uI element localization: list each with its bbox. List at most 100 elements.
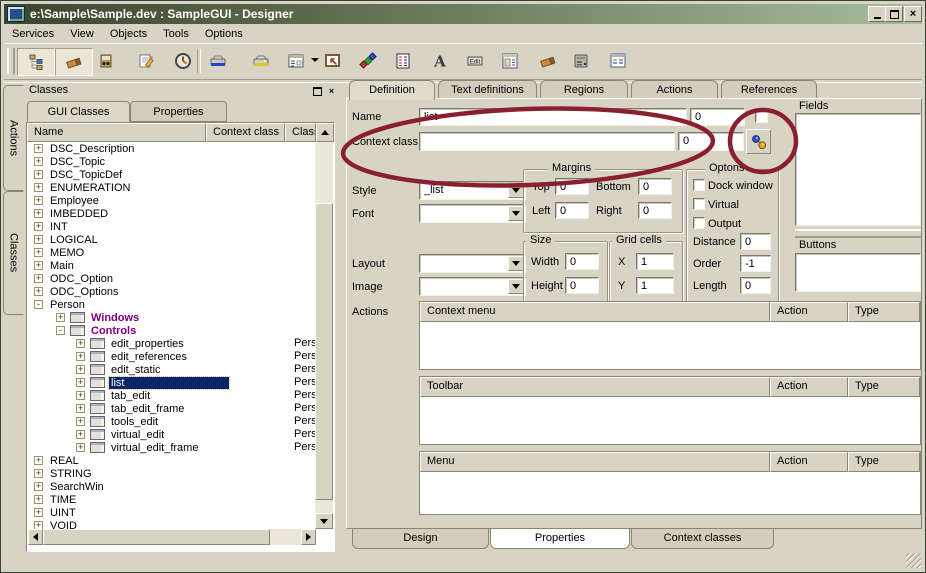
toolbar-grip[interactable] (7, 48, 15, 74)
form-window-dropdown-arrow[interactable] (311, 58, 319, 66)
titlebar[interactable]: e:\Sample\Sample.dev : SampleGUI - Desig… (4, 4, 922, 24)
toolbar-button-edit-document[interactable] (133, 48, 159, 74)
name-input[interactable]: list (419, 108, 687, 126)
tab-definition[interactable]: Definition (349, 80, 435, 100)
context-class-input[interactable] (419, 132, 675, 151)
maximize-button[interactable] (885, 6, 903, 22)
tab-references[interactable]: References (721, 80, 817, 99)
expand-toggle-icon[interactable]: + (34, 222, 43, 231)
toolbar-button-report[interactable] (390, 48, 416, 74)
toolbar-button-form-list[interactable] (497, 48, 523, 74)
tree-item-DSC_TopicDef[interactable]: +DSC_TopicDef (28, 168, 316, 181)
expand-toggle-icon[interactable]: + (76, 443, 85, 452)
expand-toggle-icon[interactable]: + (76, 352, 85, 361)
tree-item-UINT[interactable]: +UINT (28, 506, 316, 519)
tree-item-virtual_edit_frame[interactable]: +virtual_edit_framePerso (28, 441, 316, 454)
toolbar-button-form-window[interactable] (283, 48, 309, 74)
toolbar-button-book[interactable] (93, 48, 119, 74)
expand-toggle-icon[interactable]: + (34, 248, 43, 257)
toolbar-button-class-tree[interactable] (17, 48, 55, 76)
tree-item-LOGICAL[interactable]: +LOGICAL (28, 233, 316, 246)
menu-objects[interactable]: Objects (102, 27, 155, 41)
tab-gui-classes[interactable]: GUI Classes (27, 101, 130, 122)
layout-combo[interactable] (419, 254, 526, 273)
virtual-checkbox[interactable] (693, 198, 705, 210)
tree-item-DSC_Description[interactable]: +DSC_Description (28, 142, 316, 155)
toolbar-table[interactable]: Toolbar Action Type (419, 376, 921, 445)
toolbar-button-eraser-2[interactable] (535, 48, 561, 74)
expand-toggle-icon[interactable]: + (34, 235, 43, 244)
expand-toggle-icon[interactable]: + (34, 508, 43, 517)
layout-dropdown-button[interactable] (508, 256, 524, 271)
expand-toggle-icon[interactable]: + (34, 287, 43, 296)
expand-toggle-icon[interactable]: + (34, 521, 43, 529)
expand-toggle-icon[interactable]: + (76, 378, 85, 387)
column-header-class[interactable]: Class (285, 123, 316, 142)
tree-item-tab_edit[interactable]: +tab_editPerso (28, 389, 316, 402)
expand-toggle-icon[interactable]: + (34, 144, 43, 153)
close-button[interactable]: × (904, 6, 922, 22)
tree-item-TIME[interactable]: +TIME (28, 493, 316, 506)
distance-input[interactable]: 0 (740, 233, 771, 250)
menu-services[interactable]: Services (4, 27, 62, 41)
dock-tab-classes[interactable]: Classes (3, 191, 24, 315)
toolbar-button-eraser[interactable] (55, 48, 93, 76)
scroll-down-button[interactable] (315, 513, 333, 529)
toolbar-button-links[interactable] (355, 48, 381, 74)
collapse-toggle-icon[interactable]: - (34, 300, 43, 309)
tree-item-Controls[interactable]: -Controls (28, 324, 316, 337)
style-dropdown-button[interactable] (508, 183, 524, 198)
column-header-context-class[interactable]: Context class (206, 123, 285, 142)
tree-item-IMBEDDED[interactable]: +IMBEDDED (28, 207, 316, 220)
minimize-button[interactable] (868, 6, 886, 22)
tab-design[interactable]: Design (352, 529, 489, 549)
grid-y-input[interactable]: 1 (636, 277, 674, 294)
expand-toggle-icon[interactable]: + (34, 482, 43, 491)
tree-item-edit_static[interactable]: +edit_staticPerso (28, 363, 316, 376)
scroll-right-button[interactable] (301, 529, 316, 545)
expand-toggle-icon[interactable]: + (34, 261, 43, 270)
menu-view[interactable]: View (62, 27, 102, 41)
expand-toggle-icon[interactable]: + (34, 469, 43, 478)
dock-window-checkbox[interactable] (693, 179, 705, 191)
tree-item-DSC_Topic[interactable]: +DSC_Topic (28, 155, 316, 168)
image-combo[interactable] (419, 277, 526, 296)
tree-item-ODC_Options[interactable]: +ODC_Options (28, 285, 316, 298)
margin-left-input[interactable]: 0 (555, 202, 589, 219)
height-input[interactable]: 0 (565, 277, 599, 294)
context-class-picker-button[interactable] (746, 129, 771, 154)
collapse-toggle-icon[interactable]: - (56, 326, 65, 335)
tree-item-Main[interactable]: +Main (28, 259, 316, 272)
margin-bottom-input[interactable]: 0 (638, 178, 672, 195)
toolbar-button-font[interactable]: A (427, 48, 453, 74)
dock-tab-actions[interactable]: Actions (3, 85, 24, 191)
tree-item-INT[interactable]: +INT (28, 220, 316, 233)
tree-item-tools_edit[interactable]: +tools_editPerso (28, 415, 316, 428)
tree-item-edit_references[interactable]: +edit_referencesPerso (28, 350, 316, 363)
toolbar-button-printer[interactable] (568, 48, 594, 74)
expand-toggle-icon[interactable]: + (76, 404, 85, 413)
toolbar-button-clock[interactable] (170, 48, 196, 74)
width-input[interactable]: 0 (565, 253, 599, 270)
length-input[interactable]: 0 (740, 277, 771, 294)
image-dropdown-button[interactable] (508, 279, 524, 294)
tree-item-virtual_edit[interactable]: +virtual_editPerso (28, 428, 316, 441)
expand-toggle-icon[interactable]: + (34, 196, 43, 205)
expand-toggle-icon[interactable]: + (34, 456, 43, 465)
name-number-input[interactable]: 0 (690, 108, 745, 126)
tab-properties-left[interactable]: Properties (130, 101, 227, 122)
context-menu-table[interactable]: Context menu Action Type (419, 301, 921, 370)
tree-item-SearchWin[interactable]: +SearchWin (28, 480, 316, 493)
expand-toggle-icon[interactable]: + (76, 391, 85, 400)
order-input[interactable]: -1 (740, 255, 771, 272)
output-checkbox[interactable] (693, 217, 705, 229)
tree-horizontal-scrollbar[interactable] (28, 529, 316, 545)
tree-vertical-scrollbar[interactable] (315, 142, 333, 529)
toolbar-button-edit-control[interactable]: Edit (462, 48, 488, 74)
tree-item-Windows[interactable]: +Windows (28, 311, 316, 324)
tree-item-REAL[interactable]: +REAL (28, 454, 316, 467)
tab-text-definitions[interactable]: Text definitions (438, 80, 537, 99)
expand-toggle-icon[interactable]: + (76, 365, 85, 374)
float-panel-button[interactable] (311, 85, 324, 97)
expand-toggle-icon[interactable]: + (34, 274, 43, 283)
